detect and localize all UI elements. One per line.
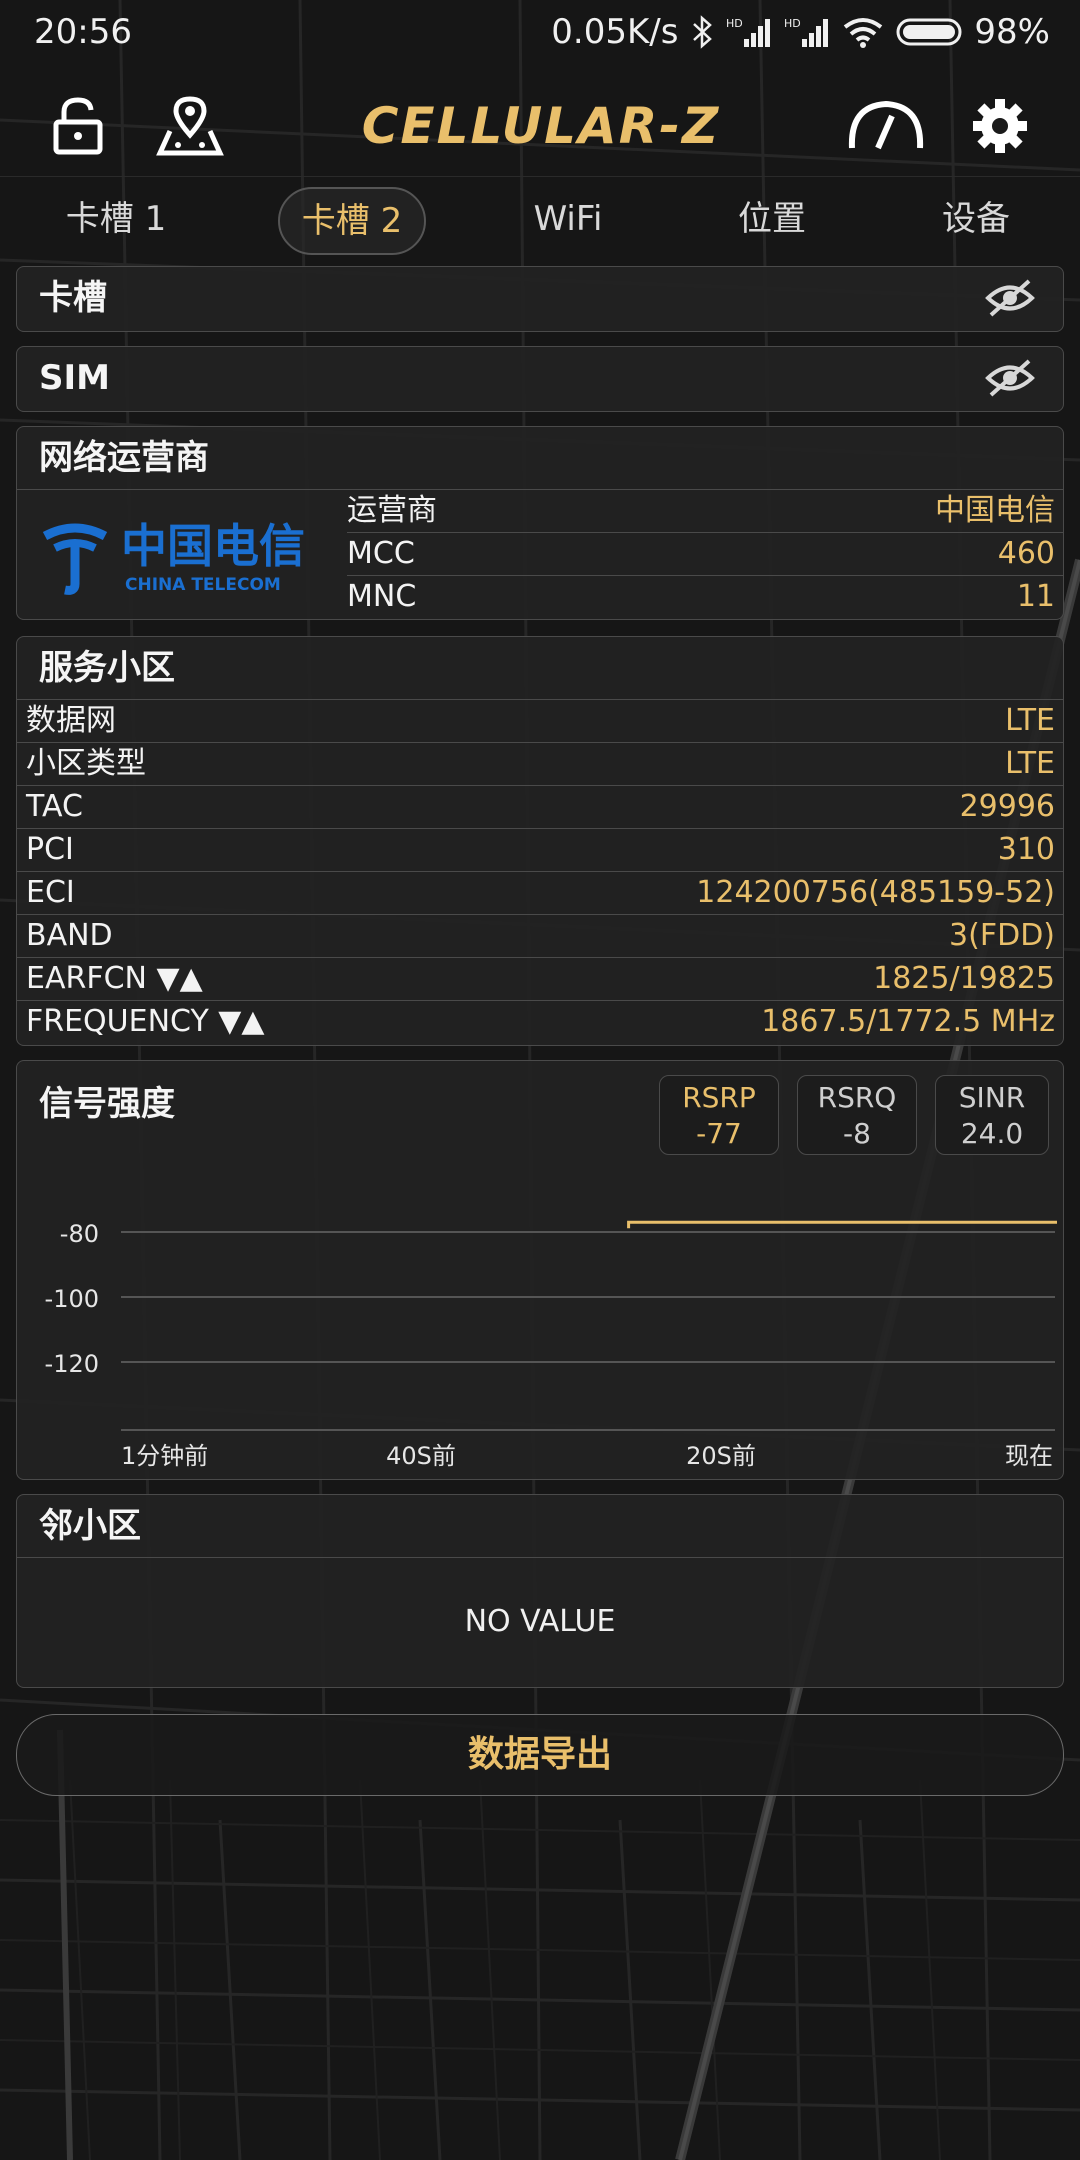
y-tick-label: -100 — [45, 1285, 99, 1313]
net-speed: 0.05K/s — [551, 12, 679, 52]
tab-bar: 卡槽 1 卡槽 2 WiFi 位置 设备 — [0, 176, 1080, 261]
x-tick-label: 20S前 — [686, 1442, 756, 1470]
neighbor-title: 邻小区 — [39, 1506, 141, 1546]
serving-row-data-network: 数据网 LTE — [17, 699, 1063, 742]
settings-button[interactable] — [962, 88, 1038, 164]
signal-sim2-icon: HD — [784, 15, 830, 49]
signal-chart: -80 -100 -120 1分钟前 40S前 20S前 现在 — [45, 1220, 1057, 1470]
y-tick-label: -80 — [60, 1220, 99, 1248]
map-pin-icon — [156, 96, 224, 156]
serving-row-frequency[interactable]: FREQUENCY ▼▲ 1867.5/1772.5 MHz — [17, 1000, 1063, 1043]
app-logo: CELLULAR-Z — [361, 97, 721, 155]
status-bar: 20:56 0.05K/s HD HD 98% — [0, 0, 1080, 64]
status-time: 20:56 — [34, 12, 132, 52]
app-header: CELLULAR-Z — [0, 80, 1080, 172]
x-tick-label: 40S前 — [386, 1442, 456, 1470]
operator-row-carrier: 运营商 中国电信 — [347, 493, 1055, 528]
tab-slot-2[interactable]: 卡槽 2 — [278, 187, 426, 255]
operator-title: 网络运营商 — [39, 438, 209, 478]
neighbor-card: 邻小区 NO VALUE — [16, 1494, 1064, 1688]
status-right-cluster: 0.05K/s HD HD 98% — [551, 10, 1050, 54]
serving-row-cell-type: 小区类型 LTE — [17, 742, 1063, 785]
operator-row-mnc: MNC 11 — [347, 575, 1063, 618]
export-data-button[interactable]: 数据导出 — [16, 1714, 1064, 1796]
tab-slot-1[interactable]: 卡槽 1 — [40, 187, 192, 251]
bluetooth-icon — [690, 15, 714, 49]
unlock-icon — [53, 97, 103, 155]
sim-title: SIM — [39, 358, 110, 398]
operator-card: 网络运营商 中国电信 CHINA TELECOM 运营商 中国电信 MCC 46… — [16, 426, 1064, 620]
china-telecom-logo: 中国电信 CHINA TELECOM — [17, 490, 333, 618]
serving-row-tac: TAC 29996 — [17, 785, 1063, 828]
x-tick-label: 现在 — [1005, 1442, 1053, 1470]
series-line-rsrp — [627, 1220, 1057, 1229]
unlock-button[interactable] — [40, 88, 116, 164]
serving-row-band: BAND 3(FDD) — [17, 914, 1063, 957]
serving-cell-title: 服务小区 — [39, 648, 175, 688]
tab-location[interactable]: 位置 — [712, 187, 832, 251]
sim-card: SIM — [16, 346, 1064, 412]
slot-card: 卡槽 — [16, 266, 1064, 332]
svg-text:HD: HD — [726, 17, 743, 30]
operator-row-mcc: MCC 460 — [347, 532, 1063, 575]
speed-test-button[interactable] — [842, 88, 930, 164]
svg-text:HD: HD — [784, 17, 801, 30]
serving-cell-card: 服务小区 数据网 LTE 小区类型 LTE TAC 29996 PCI 310 ECI 1… — [16, 636, 1064, 1046]
tab-device[interactable]: 设备 — [916, 187, 1036, 251]
y-tick-label: -120 — [45, 1350, 99, 1378]
signal-sim1-icon: HD — [726, 15, 772, 49]
signal-card: 信号强度 RSRP -77 RSRQ -8 SINR 24.0 -80 -100-… — [16, 1060, 1064, 1480]
telecom-logo-icon: 中国电信 CHINA TELECOM — [42, 519, 305, 595]
serving-row-earfcn[interactable]: EARFCN ▼▲ 1825/19825 — [17, 957, 1063, 1000]
wifi-icon — [842, 15, 884, 49]
neighbor-empty-text: NO VALUE — [17, 1557, 1063, 1686]
slot-title: 卡槽 — [39, 278, 107, 318]
logo-en-text: CHINA TELECOM — [125, 575, 281, 595]
serving-row-pci: PCI 310 — [17, 828, 1063, 871]
gear-icon — [973, 99, 1027, 153]
map-location-button[interactable] — [152, 88, 228, 164]
x-tick-label: 1分钟前 — [121, 1442, 208, 1470]
speedometer-icon — [848, 100, 924, 150]
hide-eye-icon[interactable] — [985, 357, 1035, 399]
logo-cn-text: 中国电信 — [121, 519, 305, 573]
serving-row-eci: ECI 124200756(485159-52) — [17, 871, 1063, 914]
battery-icon — [896, 15, 962, 49]
hide-eye-icon[interactable] — [985, 277, 1035, 319]
tab-wifi[interactable]: WiFi — [508, 187, 628, 251]
battery-percent: 98% — [974, 12, 1050, 52]
